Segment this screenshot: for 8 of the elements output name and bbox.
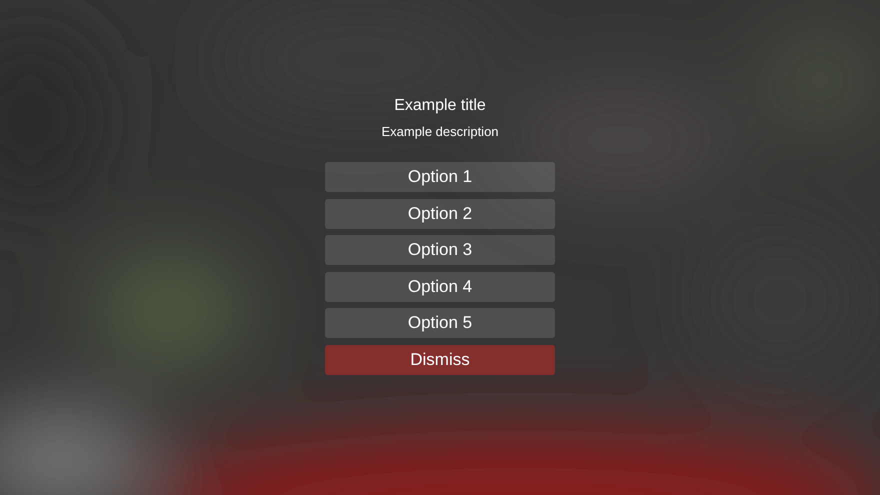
alert-title: Example title — [394, 96, 486, 116]
option-button[interactable]: Option 3 — [325, 235, 555, 266]
option-button[interactable]: Option 1 — [325, 162, 555, 192]
alert-description: Example description — [381, 123, 499, 141]
option-button[interactable]: Option 2 — [325, 198, 555, 229]
option-button[interactable]: Option 5 — [325, 308, 555, 338]
option-button[interactable]: Option 4 — [325, 272, 555, 302]
dismiss-button[interactable]: Dismiss — [325, 344, 555, 375]
